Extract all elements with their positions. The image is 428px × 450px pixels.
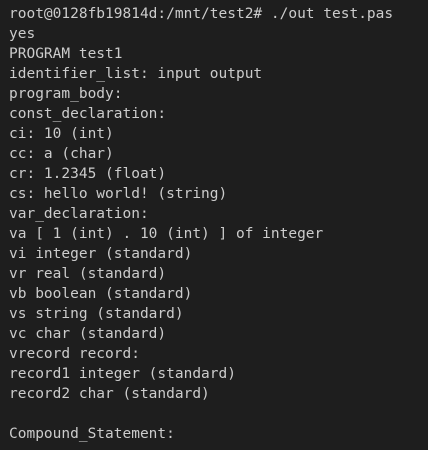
terminal-line: vc char (standard) — [9, 326, 167, 342]
terminal-line: program_body: — [9, 86, 123, 102]
terminal-line: var_declaration: — [9, 206, 149, 222]
terminal-line: va [ 1 (int) . 10 (int) ] of integer — [9, 226, 324, 242]
terminal-output[interactable]: root@0128fb19814d:/mnt/test2# ./out test… — [0, 0, 428, 450]
terminal-line: vs string (standard) — [9, 306, 184, 322]
terminal-line: record2 char (standard) — [9, 386, 210, 402]
terminal-line: cc: a (char) — [9, 146, 114, 162]
terminal-line: vr real (standard) — [9, 266, 167, 282]
terminal-line-prompt: root@0128fb19814d:/mnt/test2# ./out test… — [9, 6, 394, 22]
terminal-line: ci: 10 (int) — [9, 126, 114, 142]
terminal-line: vi integer (standard) — [9, 246, 193, 262]
terminal-line: identifier_list: input output — [9, 66, 263, 82]
terminal-line: cr: 1.2345 (float) — [9, 166, 167, 182]
terminal-line: Compound_Statement: — [9, 426, 175, 442]
terminal-line: vb boolean (standard) — [9, 286, 193, 302]
terminal-line: PROGRAM test1 — [9, 46, 123, 62]
terminal-line: cs: hello world! (string) — [9, 186, 228, 202]
terminal-line: const_declaration: — [9, 106, 167, 122]
terminal-line: vrecord record: — [9, 346, 140, 362]
terminal-line: yes — [9, 26, 36, 42]
terminal-line: record1 integer (standard) — [9, 366, 236, 382]
